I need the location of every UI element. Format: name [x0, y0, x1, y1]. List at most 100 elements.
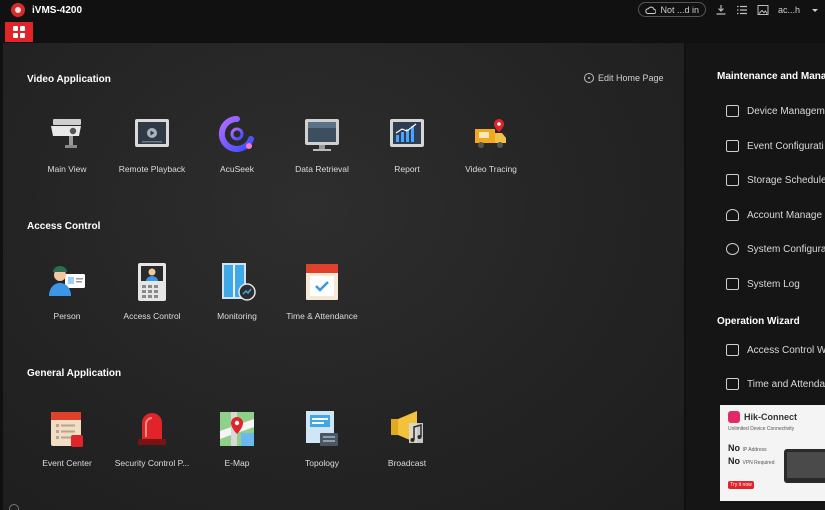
banner-title: Hik-Connect [744, 412, 798, 422]
cloud-login-button[interactable]: Not ...d in [638, 2, 706, 17]
side-item-label: System Log [747, 278, 800, 290]
app-label: Time & Attendance [286, 311, 358, 321]
status-indicator-icon [9, 504, 19, 510]
app-access-control[interactable]: Access Control [110, 262, 194, 321]
topology-icon [302, 409, 342, 449]
caret-down-icon[interactable] [809, 4, 821, 16]
banner-subtitle: Unlimited Device Connectivity [728, 426, 795, 432]
app-label: Video Tracing [465, 164, 517, 174]
hik-connect-logo-icon [728, 411, 740, 423]
monitoring-icon [217, 262, 257, 302]
cloud-icon [645, 6, 657, 14]
app-title: iVMS-4200 [32, 4, 83, 16]
app-data-retrieval[interactable]: Data Retrieval [280, 115, 364, 174]
side-item-label: System Configura [747, 243, 825, 255]
app-topology[interactable]: Topology [280, 409, 364, 468]
banner-try-button[interactable]: Try it now [728, 481, 754, 489]
door-station-icon [132, 262, 172, 302]
side-item-system-log[interactable]: System Log [726, 278, 800, 290]
edit-home-page-label: Edit Home Page [598, 73, 664, 83]
home-grid-icon [13, 26, 25, 38]
side-item-access-control-wizard[interactable]: Access Control W [726, 344, 825, 356]
broadcast-icon [387, 409, 427, 449]
app-label: Main View [47, 164, 87, 174]
app-event-center[interactable]: Event Center [25, 409, 109, 468]
app-security-control-panel[interactable]: Security Control P... [110, 409, 194, 468]
side-item-label: Event Configurati [747, 140, 824, 152]
side-item-account-management[interactable]: Account Manage [726, 209, 822, 221]
section-title-video: Video Application [27, 74, 111, 85]
wizard-icon [726, 344, 739, 356]
tab-strip [0, 20, 825, 42]
log-icon [726, 278, 739, 290]
app-acuseek[interactable]: AcuSeek [195, 115, 279, 174]
alarm-light-icon [132, 409, 172, 449]
settings-icon [584, 73, 594, 83]
calendar-icon [302, 262, 342, 302]
hik-connect-banner[interactable]: Hik-Connect Unlimited Device Connectivit… [720, 405, 825, 501]
image-icon[interactable] [757, 4, 769, 16]
map-icon [217, 409, 257, 449]
camera-icon [47, 115, 87, 155]
app-logo-icon [11, 3, 25, 17]
app-label: AcuSeek [219, 164, 255, 174]
app-monitoring[interactable]: Monitoring [195, 262, 279, 321]
app-main-view[interactable]: Main View [25, 115, 109, 174]
event-center-icon [47, 409, 87, 449]
app-e-map[interactable]: E-Map [195, 409, 279, 468]
app-label: Event Center [42, 458, 92, 468]
section-title-general: General Application [27, 368, 122, 379]
user-name[interactable]: ac...h [778, 5, 800, 15]
app-person[interactable]: Person [25, 262, 109, 321]
report-icon [387, 115, 427, 155]
app-time-attendance[interactable]: Time & Attendance [280, 262, 364, 321]
event-config-icon [726, 140, 739, 152]
laptop-illustration [784, 449, 825, 483]
operation-wizard-title: Operation Wizard [717, 316, 800, 327]
storage-icon [726, 174, 739, 186]
side-item-device-management[interactable]: Device Managem [726, 105, 825, 117]
side-item-label: Account Manage [747, 209, 823, 221]
wizard-icon [726, 378, 739, 390]
app-label: Data Retrieval [295, 164, 349, 174]
app-label: Access Control [123, 311, 181, 321]
playback-icon [132, 115, 172, 155]
data-retrieval-icon [302, 115, 342, 155]
maintenance-title: Maintenance and Mana [717, 71, 825, 82]
side-item-event-configuration[interactable]: Event Configurati [726, 140, 824, 152]
app-remote-playback[interactable]: Remote Playback [110, 115, 194, 174]
side-item-label: Storage Schedule [747, 174, 825, 186]
acuseek-icon [217, 115, 257, 155]
app-label: Topology [304, 458, 340, 468]
banner-line2: No VPN Required [728, 456, 775, 466]
home-tab[interactable] [5, 22, 33, 42]
side-item-time-attendance-wizard[interactable]: Time and Attenda [726, 378, 825, 390]
video-tracing-icon [471, 115, 511, 155]
app-label: Remote Playback [118, 164, 186, 174]
app-video-tracing[interactable]: Video Tracing [449, 115, 533, 174]
section-title-access-control: Access Control [27, 221, 101, 232]
app-label: Person [53, 311, 81, 321]
side-item-storage-schedule[interactable]: Storage Schedule [726, 174, 825, 186]
download-icon[interactable] [715, 4, 727, 16]
side-item-system-configuration[interactable]: System Configura [726, 243, 825, 255]
account-icon [726, 209, 739, 221]
app-broadcast[interactable]: Broadcast [365, 409, 449, 468]
app-label: E-Map [224, 458, 250, 468]
cloud-status-label: Not ...d in [660, 4, 699, 15]
edit-home-page-button[interactable]: Edit Home Page [584, 73, 664, 83]
side-item-label: Device Managem [747, 105, 825, 117]
side-panel: Maintenance and Mana Device Managem Even… [686, 43, 825, 510]
home-main-panel: Video Application Edit Home Page Main Vi… [3, 43, 684, 510]
app-label: Security Control P... [114, 458, 190, 468]
title-bar: iVMS-4200 Not ...d in ac...h [0, 0, 825, 20]
app-label: Report [394, 164, 420, 174]
person-icon [47, 262, 87, 302]
side-item-label: Time and Attenda [747, 378, 825, 390]
banner-line1: No IP Address [728, 443, 767, 453]
app-report[interactable]: Report [365, 115, 449, 174]
device-icon [726, 105, 739, 117]
task-list-icon[interactable] [736, 4, 748, 16]
side-item-label: Access Control W [747, 344, 825, 356]
app-label: Broadcast [387, 458, 427, 468]
